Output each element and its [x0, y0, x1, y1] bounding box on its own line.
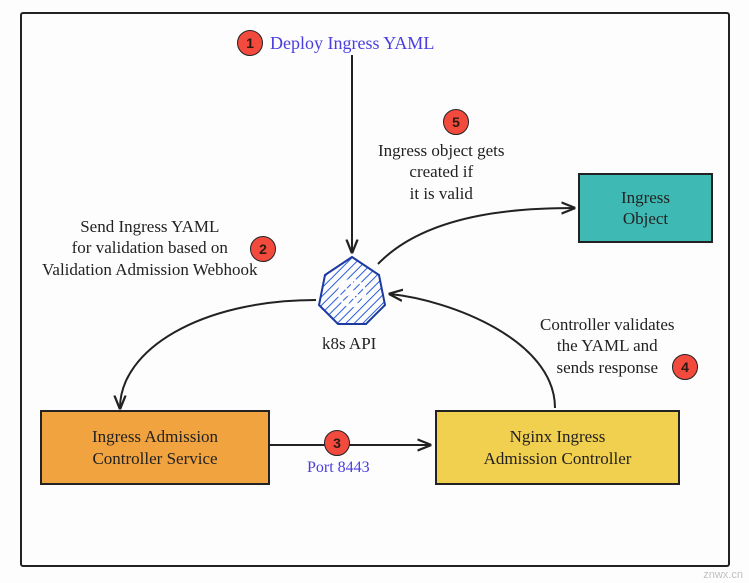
step4-label: Controller validates the YAML and sends …: [540, 314, 675, 378]
node-admission-service: Ingress Admission Controller Service: [40, 410, 270, 485]
step-badge-4: 4: [672, 354, 698, 380]
node-ingress-object: Ingress Object: [578, 173, 713, 243]
step-badge-5: 5: [443, 109, 469, 135]
step-badge-3: 3: [324, 430, 350, 456]
node-nginx-controller: Nginx Ingress Admission Controller: [435, 410, 680, 485]
step2-label: Send Ingress YAML for validation based o…: [42, 216, 258, 280]
step-badge-1: 1: [237, 30, 263, 56]
watermark: znwx.cn: [703, 569, 743, 581]
step1-label: Deploy Ingress YAML: [270, 32, 434, 55]
step-badge-2: 2: [250, 236, 276, 262]
step5-label: Ingress object gets created if it is val…: [378, 140, 505, 204]
step3-label: Port 8443: [307, 458, 370, 478]
k8s-api-label: k8s API: [322, 334, 376, 354]
